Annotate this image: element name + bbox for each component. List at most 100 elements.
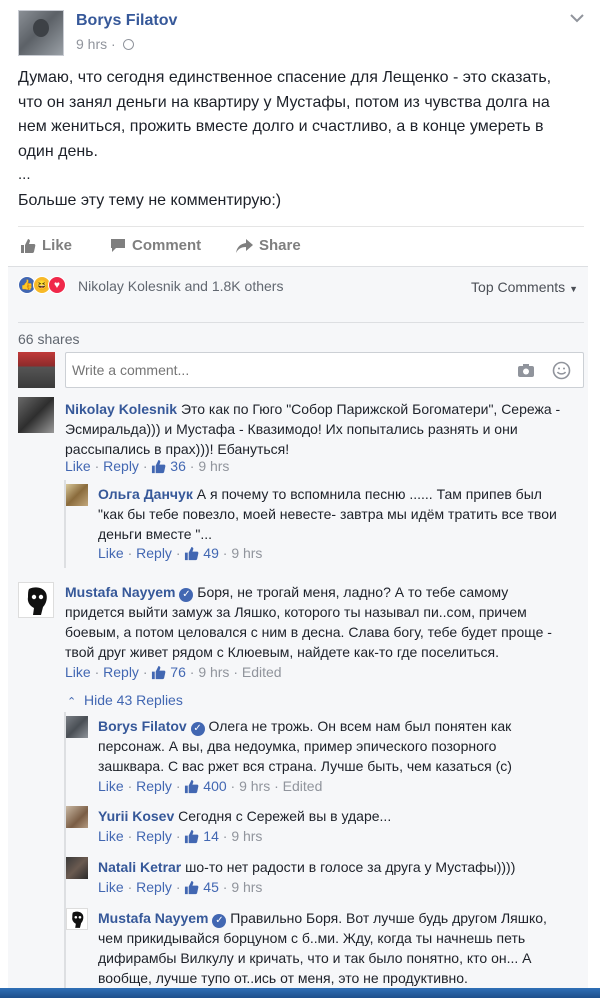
comment-label: Comment <box>132 237 202 254</box>
commenter-name[interactable]: Ольга Данчук <box>98 486 193 502</box>
commenter-avatar[interactable] <box>66 806 88 828</box>
comment-button[interactable]: Comment <box>110 237 201 254</box>
mustafa-avatar-drawing <box>72 911 84 928</box>
like-count: 14 <box>203 828 219 844</box>
post-header: Borys Filatov 9 hrs · <box>18 10 588 58</box>
comment-input[interactable] <box>72 362 492 378</box>
comment-reactions[interactable]: 45 <box>184 879 219 895</box>
comment-reply-link[interactable]: Reply <box>136 828 172 844</box>
commenter-avatar[interactable] <box>66 857 88 879</box>
comment-line: Боря, не трогай меня, ладно? А то тебе с… <box>197 584 509 600</box>
post-time[interactable]: 9 hrs <box>76 36 107 52</box>
comment-reactions[interactable]: 400 <box>184 778 227 794</box>
comment-reactions[interactable]: 36 <box>151 458 186 474</box>
like-count: 76 <box>170 664 186 680</box>
comment-item: Nikolay Kolesnik Это как по Гюго "Собор … <box>18 397 584 477</box>
post-author-name[interactable]: Borys Filatov <box>76 12 177 30</box>
edited-label[interactable]: Edited <box>242 664 282 680</box>
commenter-avatar[interactable] <box>66 908 88 930</box>
share-button[interactable]: Share <box>236 237 301 254</box>
commenter-avatar[interactable] <box>66 716 88 738</box>
comment-line: твой друг живет рядом с Клюевым, найдете… <box>65 644 500 660</box>
comment-like-link[interactable]: Like <box>98 545 124 561</box>
thumbs-up-icon <box>21 238 36 253</box>
thumbs-up-icon <box>152 459 166 474</box>
shares-count[interactable]: 66 shares <box>18 322 584 347</box>
like-count: 36 <box>170 458 186 474</box>
post-timestamp[interactable]: 9 hrs · <box>76 36 134 52</box>
post-body-line: нем жениться, прожить вместе долго и сча… <box>18 118 544 135</box>
comment-line: Эсмиральда))) и Мустафа - Квазимодо! Их … <box>65 421 518 437</box>
comment-reply-link[interactable]: Reply <box>103 458 139 474</box>
camera-icon[interactable] <box>517 363 535 383</box>
comment-time[interactable]: 9 hrs <box>231 879 262 895</box>
emoji-icon[interactable] <box>552 361 571 385</box>
comment-composer[interactable] <box>65 352 584 388</box>
comment-actions: Like · Reply · 49 · 9 hrs <box>98 545 263 561</box>
comment-icon <box>111 239 125 252</box>
comment-reactions[interactable]: 76 <box>151 664 186 680</box>
comment-reactions[interactable]: 14 <box>184 828 219 844</box>
post-body-line: один день. <box>18 142 98 160</box>
comment-time[interactable]: 9 hrs <box>198 458 229 474</box>
like-button[interactable]: Like <box>20 237 72 254</box>
comment-time[interactable]: 9 hrs <box>231 545 262 561</box>
verified-badge-icon: ✓ <box>179 588 194 602</box>
reactions-summary[interactable]: Nikolay Kolesnik and 1.8K others <box>78 278 283 294</box>
commenter-name[interactable]: Nikolay Kolesnik <box>65 401 177 417</box>
commenter-name[interactable]: Natali Ketrar <box>98 859 181 875</box>
comment-like-link[interactable]: Like <box>98 828 124 844</box>
comment-actions: Like · Reply · 36 · 9 hrs <box>65 458 230 474</box>
comment-like-link[interactable]: Like <box>65 664 91 680</box>
comment-line: боевым, а потом целовался с ним в десна.… <box>65 624 552 640</box>
commenter-name[interactable]: Borys Filatov <box>98 718 187 734</box>
thumbs-up-icon <box>185 546 199 561</box>
love-reaction-icon: ♥ <box>48 276 66 294</box>
verified-badge-icon: ✓ <box>212 914 227 928</box>
chevron-down-icon[interactable] <box>570 10 584 28</box>
comment-time[interactable]: 9 hrs <box>239 778 270 794</box>
edited-label[interactable]: Edited <box>283 778 323 794</box>
comment-actions: Like · Reply · 14 · 9 hrs <box>98 828 263 844</box>
comment-reply-link[interactable]: Reply <box>136 778 172 794</box>
commenter-avatar[interactable] <box>66 484 88 506</box>
reply-item: Natali Ketrar шо-то нет радости в голосе… <box>66 857 584 899</box>
comment-reactions[interactable]: 49 <box>184 545 219 561</box>
commenter-name[interactable]: Mustafa Nayyem <box>98 910 209 926</box>
comment-reply-link[interactable]: Reply <box>136 545 172 561</box>
comment-reply-link[interactable]: Reply <box>136 879 172 895</box>
post-ellipsis: ... <box>18 166 31 183</box>
reply-item: Yurii Kosev Сегодня с Сережей вы в ударе… <box>66 806 584 848</box>
comment-like-link[interactable]: Like <box>65 458 91 474</box>
comment-line: вообще, лучше тупо от..ись от меня, это … <box>98 970 468 986</box>
comment-time[interactable]: 9 hrs <box>198 664 229 680</box>
commenter-avatar[interactable] <box>18 582 54 618</box>
comment-line: деньги вместе "... <box>98 526 213 542</box>
my-avatar <box>18 352 55 388</box>
commenter-name[interactable]: Yurii Kosev <box>98 808 174 824</box>
comment-line: зашквара. С вас ржет вся страна. Лучше б… <box>98 758 512 774</box>
comment-line: Правильно Боря. Вот лучше будь другом Ля… <box>230 910 547 926</box>
commenter-name[interactable]: Mustafa Nayyem <box>65 584 176 600</box>
top-comments-dropdown[interactable]: Top Comments ▼ <box>471 279 578 295</box>
comment-line: А я почему то вспомнила песню ...... Там… <box>196 486 542 502</box>
comment-reply-link[interactable]: Reply <box>103 664 139 680</box>
comment-like-link[interactable]: Like <box>98 879 124 895</box>
post-action-bar: Like Comment Share <box>18 226 584 266</box>
globe-icon <box>122 39 134 50</box>
like-count: 400 <box>203 778 227 794</box>
comment-like-link[interactable]: Like <box>98 778 124 794</box>
hide-replies-link[interactable]: ⌃ Hide 43 Replies <box>67 692 183 708</box>
chevron-up-icon: ⌃ <box>67 696 77 708</box>
thumbs-up-icon <box>152 665 166 680</box>
thumbs-up-icon <box>185 779 199 794</box>
comment-line: персонаж. А вы, два недоумка, пример эпи… <box>98 738 497 754</box>
author-avatar[interactable] <box>18 10 64 56</box>
reaction-icons[interactable]: 👍 😆 ♥ <box>18 276 66 294</box>
like-count: 49 <box>203 545 219 561</box>
comment-line: Сегодня с Сережей вы в ударе... <box>178 808 392 824</box>
commenter-avatar[interactable] <box>18 397 54 433</box>
comment-time[interactable]: 9 hrs <box>231 828 262 844</box>
comment-text: Borys Filatov ✓ Олега не трожь. Он всем … <box>98 716 584 776</box>
comment-item: Mustafa Nayyem ✓ Боря, не трогай меня, л… <box>18 582 584 682</box>
